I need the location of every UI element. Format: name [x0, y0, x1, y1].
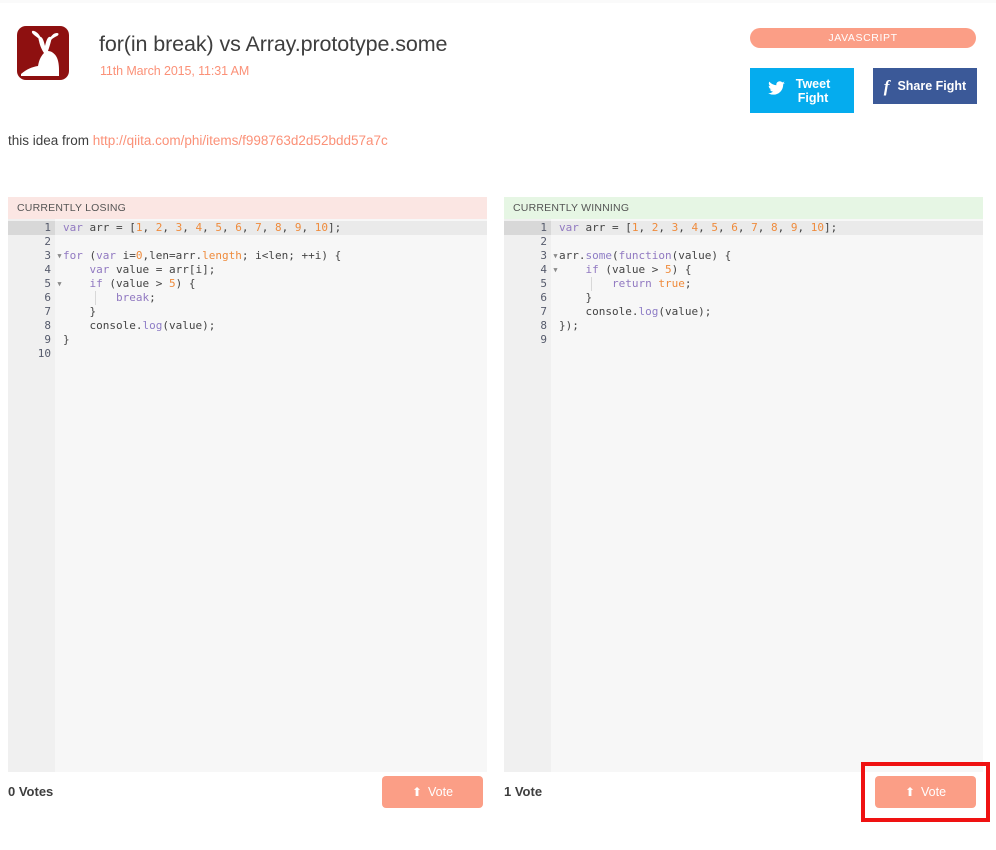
code-editor-right[interactable]: 1 2 3 ▼ 4 ▼ 5 6 7 8 9 var arr = [1, 2, 3, 4, 5, 6,… — [504, 219, 983, 772]
line-number: 2 — [44, 235, 51, 248]
window-top-edge — [0, 0, 996, 3]
code-line: var arr = [1, 2, 3, 4, 5, 6, 7, 8, 9, 10… — [551, 221, 983, 235]
tweet-fight-label: Tweet Fight — [795, 76, 831, 105]
arrow-up-icon: ⬆ — [411, 785, 423, 799]
stag-head-logo — [17, 26, 69, 80]
line-number: 9 — [540, 333, 547, 346]
idea-prefix: this idea from — [8, 133, 93, 148]
share-fight-button[interactable]: f Share Fight — [873, 68, 977, 104]
code-line: var value = arr[i]; — [89, 263, 216, 276]
line-number: 2 — [540, 235, 547, 248]
code-line: console.log(value); — [585, 305, 712, 318]
facebook-f-icon: f — [883, 76, 890, 96]
arrow-up-icon: ⬆ — [904, 785, 916, 799]
code-lines-right[interactable]: var arr = [1, 2, 3, 4, 5, 6, 7, 8, 9, 10… — [551, 219, 983, 772]
code-line: var arr = [1, 2, 3, 4, 5, 6, 7, 8, 9, 10… — [55, 221, 487, 235]
code-line: } — [63, 333, 70, 346]
line-number: 7 — [44, 305, 51, 318]
vote-button-right-label: Vote — [921, 785, 947, 799]
line-number: 3 ▼ — [504, 249, 557, 263]
line-number: 5 — [540, 277, 547, 290]
code-line: arr.some(function(value) { — [559, 249, 732, 262]
code-editor-left[interactable]: 1 2 3 ▼ 4 5 ▼ 6 7 8 9 10 var arr = [1, 2, 3, 4, 5, … — [8, 219, 487, 772]
line-number: 1 — [8, 221, 55, 235]
code-line: } — [63, 305, 97, 318]
code-panel-left: CURRENTLY LOSING 1 2 3 ▼ 4 5 ▼ 6 7 8 9 10 var arr =… — [8, 197, 487, 772]
code-panel-right: CURRENTLY WINNING 1 2 3 ▼ 4 ▼ 5 6 7 8 9 var arr = … — [504, 197, 983, 772]
line-number: 6 — [540, 291, 547, 304]
panel-status-right: CURRENTLY WINNING — [504, 197, 983, 219]
line-number-gutter-left: 1 2 3 ▼ 4 5 ▼ 6 7 8 9 10 — [8, 219, 62, 772]
vote-button-left-label: Vote — [428, 785, 454, 799]
line-number: 6 — [44, 291, 51, 304]
vote-button-right[interactable]: ⬆ Vote — [875, 776, 976, 808]
line-number: 9 — [44, 333, 51, 346]
line-number: 10 — [37, 347, 51, 360]
line-number: 8 — [540, 319, 547, 332]
code-lines-left[interactable]: var arr = [1, 2, 3, 4, 5, 6, 7, 8, 9, 10… — [55, 219, 487, 772]
language-badge: JAVASCRIPT — [750, 28, 976, 48]
page-header: for(in break) vs Array.prototype.some 11… — [0, 8, 996, 120]
code-line: }); — [559, 319, 579, 332]
vote-button-left[interactable]: ⬆ Vote — [382, 776, 483, 808]
tweet-fight-button[interactable]: Tweet Fight — [750, 68, 854, 113]
code-line: break; — [115, 291, 156, 304]
panel-status-left: CURRENTLY LOSING — [8, 197, 487, 219]
line-number: 8 — [44, 319, 51, 332]
line-number: 1 — [504, 221, 551, 235]
idea-source-link[interactable]: http://qiita.com/phi/items/f998763d2d52b… — [93, 133, 388, 148]
line-number: 5 ▼ — [8, 277, 61, 291]
vote-count-right: 1 Vote — [504, 784, 543, 799]
vote-count-left: 0 Votes — [8, 784, 54, 799]
share-fight-label: Share Fight — [897, 79, 967, 93]
line-number: 4 ▼ — [504, 263, 557, 277]
line-number: 3 ▼ — [8, 249, 61, 263]
line-number: 4 — [44, 263, 51, 276]
code-line: return true; — [611, 277, 692, 290]
page-timestamp: 11th March 2015, 11:31 AM — [100, 64, 250, 78]
code-line: if (value > 5) { — [89, 277, 196, 290]
page-title: for(in break) vs Array.prototype.some — [99, 32, 448, 56]
code-line: for (var i=0,len=arr.length; i<len; ++i)… — [63, 249, 342, 262]
line-number: 7 — [540, 305, 547, 318]
code-line: console.log(value); — [89, 319, 216, 332]
code-line: } — [559, 291, 593, 304]
idea-source-line: this idea from http://qiita.com/phi/item… — [8, 133, 388, 148]
code-line: if (value > 5) { — [585, 263, 692, 276]
line-number-gutter-right: 1 2 3 ▼ 4 ▼ 5 6 7 8 9 — [504, 219, 558, 772]
twitter-bird-icon — [768, 81, 785, 100]
